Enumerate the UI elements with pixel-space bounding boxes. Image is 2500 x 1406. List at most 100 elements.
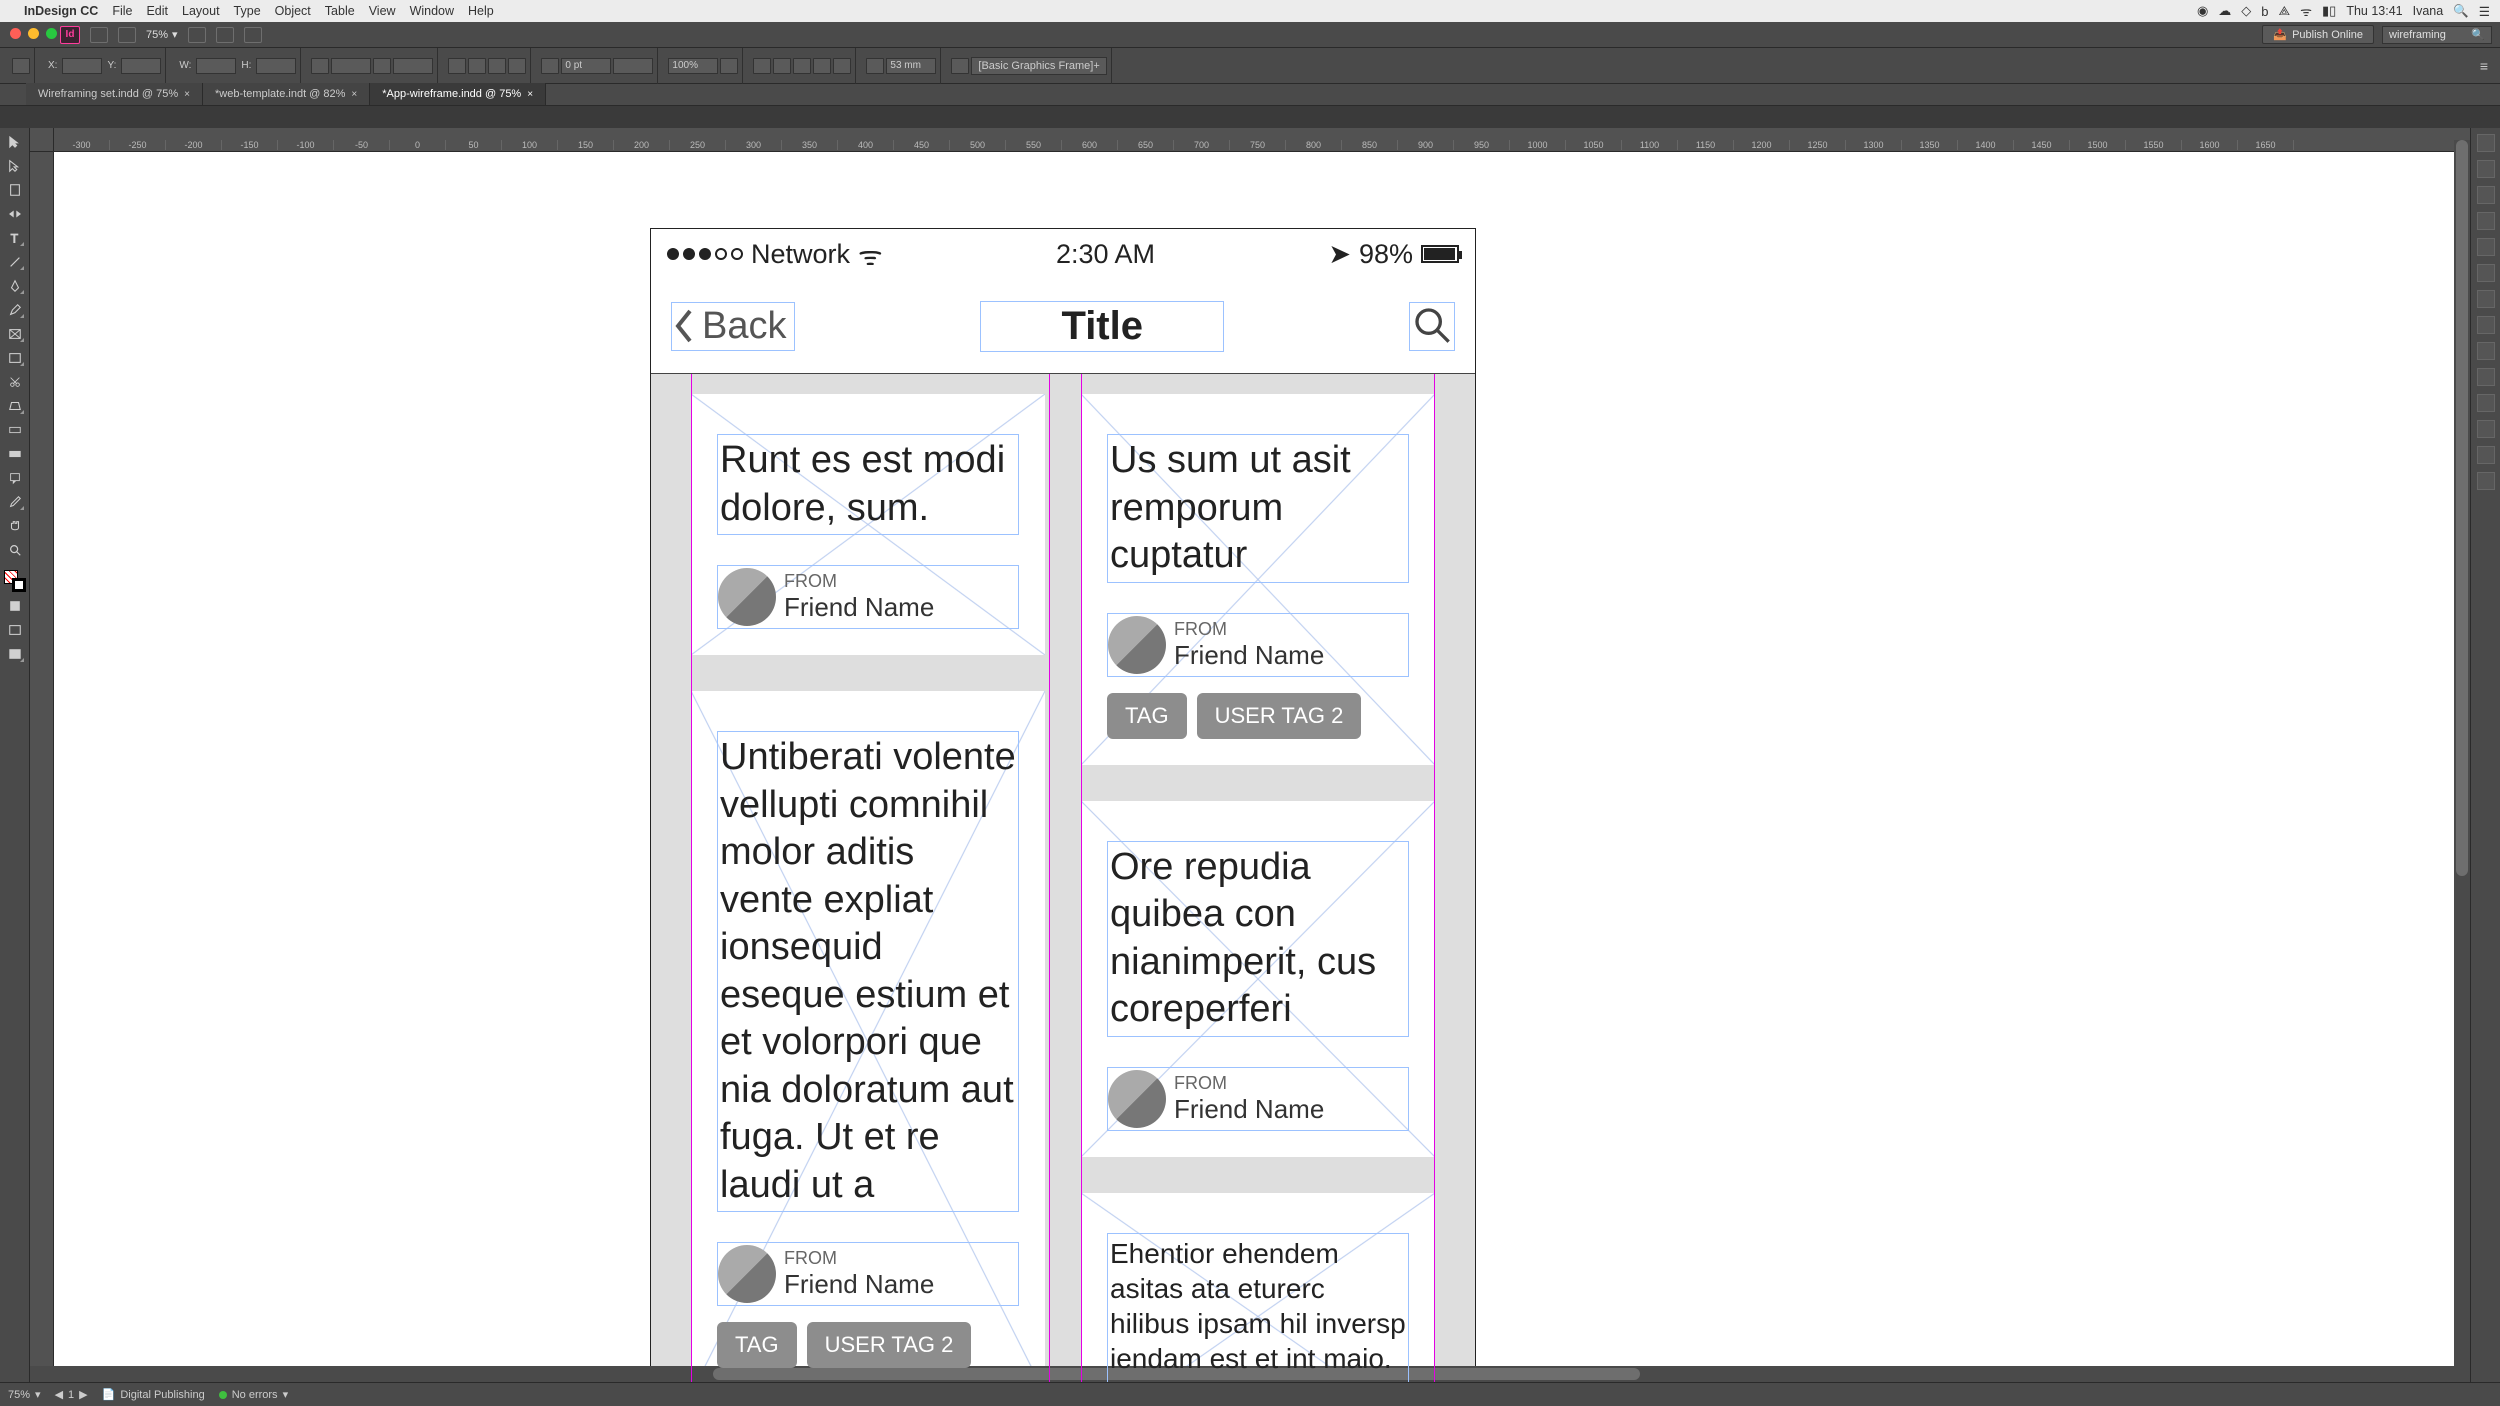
tag-chip[interactable]: USER TAG 2 xyxy=(1197,693,1362,739)
screen-mode[interactable] xyxy=(216,27,234,43)
menu-layout[interactable]: Layout xyxy=(182,4,220,18)
menu-help[interactable]: Help xyxy=(468,4,494,18)
links-panel-icon[interactable] xyxy=(2477,186,2495,204)
fill-swatch[interactable] xyxy=(541,58,559,74)
object-styles-panel-icon[interactable] xyxy=(2477,368,2495,386)
publish-online-button[interactable]: 📤 Publish Online xyxy=(2262,25,2374,44)
cc-cloud-icon[interactable]: ⟁ xyxy=(2279,3,2291,19)
pen-tool-icon[interactable] xyxy=(4,276,26,296)
view-mode-normal-icon[interactable] xyxy=(4,620,26,640)
menubar-user[interactable]: Ivana xyxy=(2413,4,2444,18)
window-close[interactable] xyxy=(10,28,21,39)
bridge-button[interactable] xyxy=(90,27,108,43)
close-icon[interactable]: × xyxy=(527,89,533,100)
fit-field[interactable]: 53 mm xyxy=(886,58,936,74)
workspace-switcher[interactable]: wireframing 🔍 xyxy=(2382,26,2492,44)
stroke-panel-icon[interactable] xyxy=(2477,212,2495,230)
tag-chip[interactable]: TAG xyxy=(717,1322,797,1368)
pathfinder-panel-icon[interactable] xyxy=(2477,446,2495,464)
text-wrap-panel-icon[interactable] xyxy=(2477,472,2495,490)
feed-card[interactable]: Us sum ut asit remporum cuptatur FROMFri… xyxy=(1081,394,1435,765)
menubar-app-name[interactable]: InDesign CC xyxy=(24,4,98,18)
corner-options-icon[interactable] xyxy=(866,58,884,74)
vertical-scrollbar[interactable] xyxy=(2454,140,2470,1366)
stroke-style-dropdown[interactable] xyxy=(613,58,653,74)
view-options[interactable] xyxy=(188,27,206,43)
object-style-icon[interactable] xyxy=(951,58,969,74)
object-style-dropdown[interactable]: [Basic Graphics Frame]+ xyxy=(971,57,1106,75)
behance-icon[interactable]: b xyxy=(2261,4,2268,19)
close-icon[interactable]: × xyxy=(184,89,190,100)
feed-card[interactable]: Ehentior ehendem asitas ata eturerc hili… xyxy=(1081,1193,1435,1383)
preflight-status[interactable]: No errors ▾ xyxy=(219,1388,288,1401)
back-button[interactable]: Back xyxy=(671,302,795,351)
reference-point-icon[interactable] xyxy=(12,58,30,74)
page-tool-icon[interactable] xyxy=(4,180,26,200)
cc-libraries-panel-icon[interactable] xyxy=(2477,290,2495,308)
scissors-tool-icon[interactable] xyxy=(4,372,26,392)
rotate-ccw-icon[interactable] xyxy=(468,58,486,74)
text-wrap-bbox-icon[interactable] xyxy=(773,58,791,74)
opacity-field[interactable]: 100% xyxy=(668,58,718,74)
doc-tab[interactable]: *web-template.indt @ 82%× xyxy=(203,83,370,105)
line-tool-icon[interactable] xyxy=(4,252,26,272)
flip-v-icon[interactable] xyxy=(508,58,526,74)
tag-chip[interactable]: USER TAG 2 xyxy=(807,1322,972,1368)
status-zoom[interactable]: 75% ▾ xyxy=(8,1388,41,1401)
layers-panel-icon[interactable] xyxy=(2477,160,2495,178)
menu-edit[interactable]: Edit xyxy=(146,4,168,18)
dropbox-icon[interactable]: ◇ xyxy=(2241,3,2251,19)
canvas-pasteboard[interactable]: -300-250-200-150-100-5005010015020025030… xyxy=(30,128,2470,1382)
effects-icon[interactable] xyxy=(720,58,738,74)
rectangle-frame-tool-icon[interactable] xyxy=(4,324,26,344)
h-field[interactable] xyxy=(256,58,296,74)
notification-center-icon[interactable]: ☰ xyxy=(2479,4,2490,19)
scale-y-icon[interactable] xyxy=(373,58,391,74)
eyedropper-tool-icon[interactable] xyxy=(4,492,26,512)
menubar-clock[interactable]: Thu 13:41 xyxy=(2346,4,2402,18)
stock-button[interactable] xyxy=(118,27,136,43)
rotate-icon[interactable] xyxy=(448,58,466,74)
menu-table[interactable]: Table xyxy=(325,4,355,18)
tag-chip[interactable]: TAG xyxy=(1107,693,1187,739)
arrange-docs[interactable] xyxy=(244,27,262,43)
fill-stroke-swatch[interactable] xyxy=(4,570,26,592)
doc-tab[interactable]: Wireframing set.indd @ 75%× xyxy=(26,83,203,105)
scale-y-field[interactable] xyxy=(393,58,433,74)
status-page[interactable]: ◀ 1 ▶ xyxy=(55,1388,88,1401)
cloud-icon[interactable]: ☁ xyxy=(2218,3,2231,19)
apply-color-icon[interactable] xyxy=(4,596,26,616)
scale-x-field[interactable] xyxy=(331,58,371,74)
menu-file[interactable]: File xyxy=(112,4,132,18)
hand-tool-icon[interactable] xyxy=(4,516,26,536)
text-wrap-none-icon[interactable] xyxy=(753,58,771,74)
evernote-icon[interactable]: ◉ xyxy=(2197,3,2208,19)
rectangle-tool-icon[interactable] xyxy=(4,348,26,368)
window-maximize[interactable] xyxy=(46,28,57,39)
search-button[interactable] xyxy=(1409,302,1455,351)
menu-window[interactable]: Window xyxy=(410,4,454,18)
doc-tab[interactable]: *App-wireframe.indd @ 75%× xyxy=(370,83,546,105)
effects-panel-icon[interactable] xyxy=(2477,394,2495,412)
horizontal-ruler[interactable]: -300-250-200-150-100-5005010015020025030… xyxy=(54,128,2470,152)
zoom-tool-icon[interactable] xyxy=(4,540,26,560)
stroke-weight-field[interactable]: 0 pt xyxy=(561,58,611,74)
gradient-feather-tool-icon[interactable] xyxy=(4,444,26,464)
gradient-swatch-tool-icon[interactable] xyxy=(4,420,26,440)
transform-tool-icon[interactable] xyxy=(4,396,26,416)
text-wrap-jump-icon[interactable] xyxy=(813,58,831,74)
view-mode-preview-icon[interactable] xyxy=(4,644,26,664)
vertical-ruler[interactable] xyxy=(30,152,54,1382)
note-tool-icon[interactable] xyxy=(4,468,26,488)
x-field[interactable] xyxy=(62,58,102,74)
align-panel-icon[interactable] xyxy=(2477,420,2495,438)
ruler-origin[interactable] xyxy=(30,128,54,152)
pages-panel-icon[interactable] xyxy=(2477,134,2495,152)
status-preset[interactable]: 📄 Digital Publishing xyxy=(102,1388,205,1401)
direct-selection-tool-icon[interactable] xyxy=(4,156,26,176)
paragraph-styles-panel-icon[interactable] xyxy=(2477,316,2495,334)
battery-icon[interactable]: ▮▯ xyxy=(2322,3,2336,19)
text-wrap-next-icon[interactable] xyxy=(833,58,851,74)
menu-object[interactable]: Object xyxy=(275,4,311,18)
zoom-level[interactable]: 75% ▾ xyxy=(146,28,178,41)
